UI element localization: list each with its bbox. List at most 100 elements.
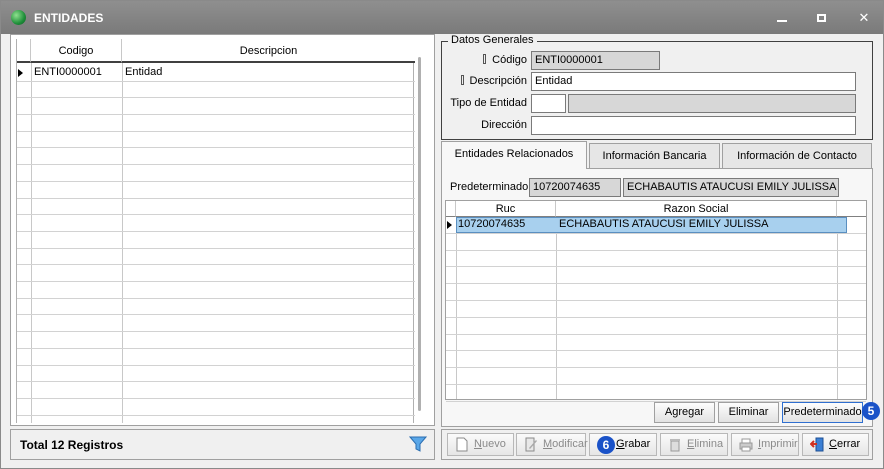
table-row[interactable]: [446, 385, 866, 402]
table-row[interactable]: [446, 301, 866, 318]
table-row[interactable]: [17, 132, 415, 149]
trash-icon: [670, 439, 680, 452]
descripcion-label: Descripción: [451, 75, 527, 87]
table-row[interactable]: ENTI0000001 Entidad: [17, 65, 415, 82]
nuevo-mnemonic: N: [474, 438, 482, 450]
grid-footer: Total 12 Registros: [10, 429, 435, 460]
table-row[interactable]: [17, 182, 415, 199]
codigo-label-text: Código: [492, 54, 527, 66]
tipo-entidad-label: Tipo de Entidad: [450, 97, 527, 109]
predeterminado-button[interactable]: Predeterminado: [782, 402, 863, 423]
key-icon: [460, 75, 464, 85]
tab-entidades-relacionados[interactable]: Entidades Relacionados: [441, 141, 587, 169]
table-row[interactable]: [17, 332, 415, 349]
table-row[interactable]: [446, 234, 866, 251]
tipo-entidad-code-field[interactable]: [531, 94, 566, 113]
minimize-button[interactable]: [763, 6, 801, 30]
entities-grid-panel: Codigo Descripcion ENTI0000001 Entidad: [10, 34, 435, 426]
grid-vertical-scrollbar[interactable]: [418, 57, 421, 411]
table-row[interactable]: 10720074635 ECHABAUTIS ATAUCUSI EMILY JUL…: [446, 217, 866, 234]
title-bar[interactable]: ENTIDADES ✕: [1, 1, 883, 34]
grabar-label: rabar: [624, 438, 651, 450]
cerrar-button[interactable]: Cerrar: [802, 433, 869, 456]
descripcion-field[interactable]: Entidad: [531, 72, 856, 91]
table-row[interactable]: [17, 382, 415, 399]
modificar-label: odificar: [552, 438, 588, 450]
cell-razon-social[interactable]: ECHABAUTIS ATAUCUSI EMILY JULISSA: [559, 218, 768, 230]
imprimir-label: mprimir: [761, 438, 798, 450]
eliminar-button[interactable]: Eliminar: [718, 402, 779, 423]
table-row[interactable]: [17, 82, 415, 99]
table-row[interactable]: [446, 318, 866, 335]
table-row[interactable]: [17, 265, 415, 283]
step-badge-6: 6: [597, 436, 615, 454]
table-row[interactable]: [17, 165, 415, 182]
column-header-descripcion[interactable]: Descripcion: [122, 39, 415, 63]
table-row[interactable]: [17, 98, 415, 116]
row-indicator-icon: [18, 69, 23, 77]
minimize-icon: [777, 20, 787, 22]
imprimir-button[interactable]: Imprimir: [731, 433, 799, 456]
table-row[interactable]: [446, 335, 866, 352]
printer-icon: [739, 438, 753, 452]
table-row[interactable]: [446, 351, 866, 369]
table-row[interactable]: [446, 284, 866, 301]
filter-icon[interactable]: [409, 435, 427, 453]
predeterminado-ruc-field: 10720074635: [529, 178, 621, 197]
table-row[interactable]: [17, 399, 415, 416]
table-row[interactable]: [17, 199, 415, 216]
column-header-razon-social[interactable]: Razon Social: [556, 201, 837, 217]
column-header-codigo[interactable]: Codigo: [31, 39, 122, 63]
elimina-label: limina: [694, 438, 724, 450]
close-icon: ✕: [858, 10, 870, 25]
datos-generales-legend: Datos Generales: [448, 34, 537, 46]
table-row[interactable]: [17, 115, 415, 132]
table-row[interactable]: [17, 299, 415, 316]
table-row[interactable]: [17, 316, 415, 333]
grid-corner: [446, 201, 456, 217]
step-badge-5: 5: [862, 402, 880, 420]
cell-descripcion[interactable]: Entidad: [125, 66, 162, 78]
relacionados-grid[interactable]: Ruc Razon Social 10720074635 ECHABAUTIS A…: [445, 200, 867, 402]
elimina-button[interactable]: Elimina: [660, 433, 728, 456]
table-row[interactable]: [17, 232, 415, 249]
table-row[interactable]: [17, 282, 415, 299]
edit-icon: [525, 437, 537, 452]
modificar-button[interactable]: Modificar: [516, 433, 588, 456]
window-title: ENTIDADES: [34, 11, 104, 25]
key-icon: [483, 54, 487, 64]
codigo-label: Código: [471, 54, 527, 66]
tab-informacion-bancaria[interactable]: Información Bancaria: [589, 143, 720, 169]
maximize-icon: [816, 14, 826, 22]
tab-panel-entidades-relacionados: Predeterminado 10720074635 ECHABAUTIS AT…: [441, 168, 880, 427]
codigo-field[interactable]: ENTI0000001: [531, 51, 660, 70]
modificar-mnemonic: M: [543, 438, 553, 450]
nuevo-button[interactable]: Nuevo: [447, 433, 514, 456]
table-row[interactable]: [17, 249, 415, 266]
predeterminado-nombre-field: ECHABAUTIS ATAUCUSI EMILY JULISSA: [623, 178, 839, 197]
exit-door-icon: [810, 437, 824, 452]
close-button[interactable]: ✕: [845, 6, 883, 30]
tabs-container: Entidades Relacionados Información Banca…: [441, 141, 880, 427]
table-row[interactable]: [446, 251, 866, 268]
direccion-field[interactable]: [531, 116, 856, 135]
agregar-button[interactable]: Agregar: [654, 402, 715, 423]
table-row[interactable]: [17, 215, 415, 232]
table-row[interactable]: [17, 349, 415, 366]
nuevo-label: uevo: [481, 438, 506, 450]
grabar-mnemonic: G: [616, 438, 625, 450]
cell-codigo[interactable]: ENTI0000001: [34, 66, 102, 78]
tab-informacion-contacto[interactable]: Información de Contacto: [722, 143, 872, 169]
table-row[interactable]: [17, 149, 415, 166]
maximize-button[interactable]: [802, 6, 840, 30]
cerrar-label: errar: [836, 438, 861, 450]
entities-grid[interactable]: Codigo Descripcion ENTI0000001 Entidad: [16, 39, 415, 423]
action-toolbar: Nuevo Modificar Grabar 6 Elimina Imprimi…: [441, 429, 873, 460]
cell-ruc[interactable]: 10720074635: [458, 218, 525, 230]
total-records-label: Total 12 Registros: [20, 438, 124, 452]
grid-corner: [17, 39, 31, 63]
table-row[interactable]: [446, 368, 866, 385]
table-row[interactable]: [446, 267, 866, 285]
column-header-ruc[interactable]: Ruc: [456, 201, 556, 217]
table-row[interactable]: [17, 366, 415, 383]
